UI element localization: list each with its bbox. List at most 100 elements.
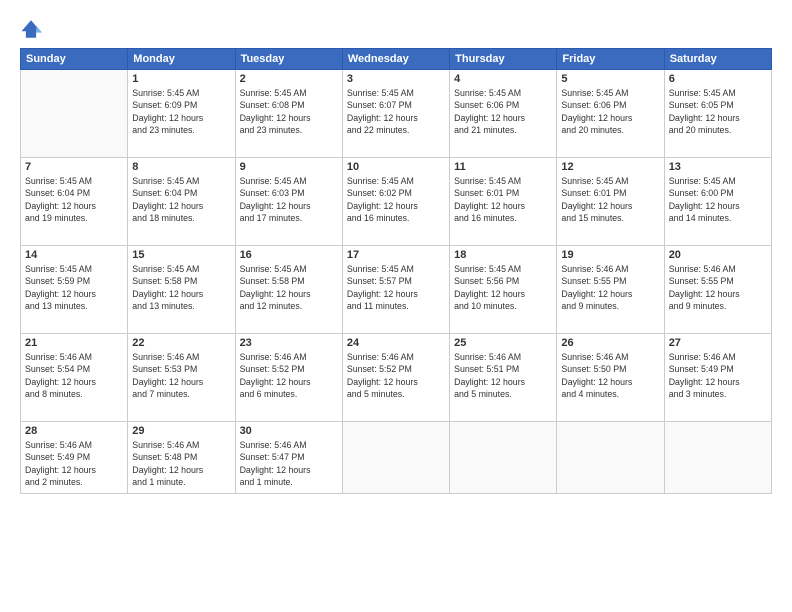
day-number: 6 xyxy=(669,73,767,85)
day-number: 24 xyxy=(347,337,445,349)
logo xyxy=(20,18,46,40)
day-number: 27 xyxy=(669,337,767,349)
calendar-cell xyxy=(342,422,449,494)
day-info: Sunrise: 5:46 AM Sunset: 5:55 PM Dayligh… xyxy=(669,263,767,312)
weekday-header: Sunday xyxy=(21,49,128,70)
day-info: Sunrise: 5:45 AM Sunset: 6:07 PM Dayligh… xyxy=(347,87,445,136)
day-info: Sunrise: 5:45 AM Sunset: 5:58 PM Dayligh… xyxy=(240,263,338,312)
calendar-cell: 23Sunrise: 5:46 AM Sunset: 5:52 PM Dayli… xyxy=(235,334,342,422)
day-number: 30 xyxy=(240,425,338,437)
day-number: 3 xyxy=(347,73,445,85)
calendar-cell: 17 Sunrise: 5:45 AM Sunset: 5:57 PM Dayli… xyxy=(342,246,449,334)
calendar-cell: 3 Sunrise: 5:45 AM Sunset: 6:07 PM Daylig… xyxy=(342,70,449,158)
day-info: Sunrise: 5:45 AM Sunset: 6:06 PM Dayligh… xyxy=(454,87,552,136)
day-number: 19 xyxy=(561,249,659,261)
calendar-cell: 4 Sunrise: 5:45 AM Sunset: 6:06 PM Daylig… xyxy=(450,70,557,158)
day-info: Sunrise: 5:45 AM Sunset: 6:00 PM Dayligh… xyxy=(669,175,767,224)
calendar-cell: 28 Sunrise: 5:46 AM Sunset: 5:49 PM Dayli… xyxy=(21,422,128,494)
day-info: Sunrise: 5:46 AM Sunset: 5:47 PM Dayligh… xyxy=(240,439,338,488)
day-number: 29 xyxy=(132,425,230,437)
day-info: Sunrise: 5:45 AM Sunset: 6:06 PM Dayligh… xyxy=(561,87,659,136)
day-number: 12 xyxy=(561,161,659,173)
day-number: 26 xyxy=(561,337,659,349)
day-info: Sunrise: 5:45 AM Sunset: 6:01 PM Dayligh… xyxy=(454,175,552,224)
calendar-cell xyxy=(450,422,557,494)
calendar-cell: 5 Sunrise: 5:45 AM Sunset: 6:06 PM Daylig… xyxy=(557,70,664,158)
day-info: Sunrise: 5:45 AM Sunset: 6:01 PM Dayligh… xyxy=(561,175,659,224)
calendar-cell: 14Sunrise: 5:45 AM Sunset: 5:59 PM Dayli… xyxy=(21,246,128,334)
calendar-cell: 26 Sunrise: 5:46 AM Sunset: 5:50 PM Dayli… xyxy=(557,334,664,422)
calendar-cell xyxy=(664,422,771,494)
calendar-cell: 27 Sunrise: 5:46 AM Sunset: 5:49 PM Dayli… xyxy=(664,334,771,422)
day-number: 15 xyxy=(132,249,230,261)
calendar-cell: 22 Sunrise: 5:46 AM Sunset: 5:53 PM Dayli… xyxy=(128,334,235,422)
day-info: Sunrise: 5:46 AM Sunset: 5:49 PM Dayligh… xyxy=(669,351,767,400)
calendar-cell: 16 Sunrise: 5:45 AM Sunset: 5:58 PM Dayli… xyxy=(235,246,342,334)
page: SundayMondayTuesdayWednesdayThursdayFrid… xyxy=(0,0,792,612)
calendar-week-row: 21 Sunrise: 5:46 AM Sunset: 5:54 PM Dayli… xyxy=(21,334,772,422)
calendar-week-row: 28 Sunrise: 5:46 AM Sunset: 5:49 PM Dayli… xyxy=(21,422,772,494)
day-info: Sunrise: 5:45 AM Sunset: 6:04 PM Dayligh… xyxy=(25,175,123,224)
weekday-header: Saturday xyxy=(664,49,771,70)
day-info: Sunrise: 5:46 AM Sunset: 5:50 PM Dayligh… xyxy=(561,351,659,400)
calendar-cell: 13Sunrise: 5:45 AM Sunset: 6:00 PM Dayli… xyxy=(664,158,771,246)
calendar-cell: 19Sunrise: 5:46 AM Sunset: 5:55 PM Dayli… xyxy=(557,246,664,334)
weekday-header: Tuesday xyxy=(235,49,342,70)
day-number: 4 xyxy=(454,73,552,85)
calendar-week-row: 7 Sunrise: 5:45 AM Sunset: 6:04 PM Daylig… xyxy=(21,158,772,246)
logo-icon xyxy=(20,18,42,40)
day-number: 11 xyxy=(454,161,552,173)
day-number: 25 xyxy=(454,337,552,349)
day-number: 22 xyxy=(132,337,230,349)
day-number: 28 xyxy=(25,425,123,437)
calendar-cell: 20 Sunrise: 5:46 AM Sunset: 5:55 PM Dayli… xyxy=(664,246,771,334)
calendar-cell xyxy=(557,422,664,494)
day-number: 7 xyxy=(25,161,123,173)
calendar-cell: 15 Sunrise: 5:45 AM Sunset: 5:58 PM Dayli… xyxy=(128,246,235,334)
day-number: 17 xyxy=(347,249,445,261)
day-number: 16 xyxy=(240,249,338,261)
day-number: 9 xyxy=(240,161,338,173)
weekday-header: Monday xyxy=(128,49,235,70)
calendar-cell: 7 Sunrise: 5:45 AM Sunset: 6:04 PM Daylig… xyxy=(21,158,128,246)
calendar-cell: 1 Sunrise: 5:45 AM Sunset: 6:09 PM Daylig… xyxy=(128,70,235,158)
day-info: Sunrise: 5:45 AM Sunset: 5:58 PM Dayligh… xyxy=(132,263,230,312)
weekday-header: Thursday xyxy=(450,49,557,70)
weekday-header: Wednesday xyxy=(342,49,449,70)
calendar-cell: 18Sunrise: 5:45 AM Sunset: 5:56 PM Dayli… xyxy=(450,246,557,334)
calendar-cell: 6 Sunrise: 5:45 AM Sunset: 6:05 PM Daylig… xyxy=(664,70,771,158)
day-info: Sunrise: 5:45 AM Sunset: 6:09 PM Dayligh… xyxy=(132,87,230,136)
calendar: SundayMondayTuesdayWednesdayThursdayFrid… xyxy=(20,48,772,494)
calendar-cell: 21 Sunrise: 5:46 AM Sunset: 5:54 PM Dayli… xyxy=(21,334,128,422)
day-number: 5 xyxy=(561,73,659,85)
calendar-cell: 29Sunrise: 5:46 AM Sunset: 5:48 PM Dayli… xyxy=(128,422,235,494)
day-number: 1 xyxy=(132,73,230,85)
day-info: Sunrise: 5:46 AM Sunset: 5:54 PM Dayligh… xyxy=(25,351,123,400)
day-info: Sunrise: 5:45 AM Sunset: 5:57 PM Dayligh… xyxy=(347,263,445,312)
day-number: 23 xyxy=(240,337,338,349)
day-info: Sunrise: 5:45 AM Sunset: 6:05 PM Dayligh… xyxy=(669,87,767,136)
calendar-cell: 30 Sunrise: 5:46 AM Sunset: 5:47 PM Dayli… xyxy=(235,422,342,494)
day-number: 2 xyxy=(240,73,338,85)
day-info: Sunrise: 5:45 AM Sunset: 5:59 PM Dayligh… xyxy=(25,263,123,312)
calendar-cell: 2 Sunrise: 5:45 AM Sunset: 6:08 PM Daylig… xyxy=(235,70,342,158)
day-number: 21 xyxy=(25,337,123,349)
calendar-header-row: SundayMondayTuesdayWednesdayThursdayFrid… xyxy=(21,49,772,70)
calendar-cell: 10Sunrise: 5:45 AM Sunset: 6:02 PM Dayli… xyxy=(342,158,449,246)
day-info: Sunrise: 5:46 AM Sunset: 5:49 PM Dayligh… xyxy=(25,439,123,488)
day-info: Sunrise: 5:45 AM Sunset: 6:03 PM Dayligh… xyxy=(240,175,338,224)
day-info: Sunrise: 5:45 AM Sunset: 6:08 PM Dayligh… xyxy=(240,87,338,136)
calendar-week-row: 14Sunrise: 5:45 AM Sunset: 5:59 PM Dayli… xyxy=(21,246,772,334)
header xyxy=(20,18,772,40)
day-number: 18 xyxy=(454,249,552,261)
day-number: 8 xyxy=(132,161,230,173)
calendar-cell xyxy=(21,70,128,158)
day-info: Sunrise: 5:46 AM Sunset: 5:52 PM Dayligh… xyxy=(347,351,445,400)
weekday-header: Friday xyxy=(557,49,664,70)
calendar-week-row: 1 Sunrise: 5:45 AM Sunset: 6:09 PM Daylig… xyxy=(21,70,772,158)
day-number: 10 xyxy=(347,161,445,173)
day-number: 20 xyxy=(669,249,767,261)
day-info: Sunrise: 5:46 AM Sunset: 5:53 PM Dayligh… xyxy=(132,351,230,400)
day-info: Sunrise: 5:46 AM Sunset: 5:51 PM Dayligh… xyxy=(454,351,552,400)
calendar-cell: 8Sunrise: 5:45 AM Sunset: 6:04 PM Daylig… xyxy=(128,158,235,246)
